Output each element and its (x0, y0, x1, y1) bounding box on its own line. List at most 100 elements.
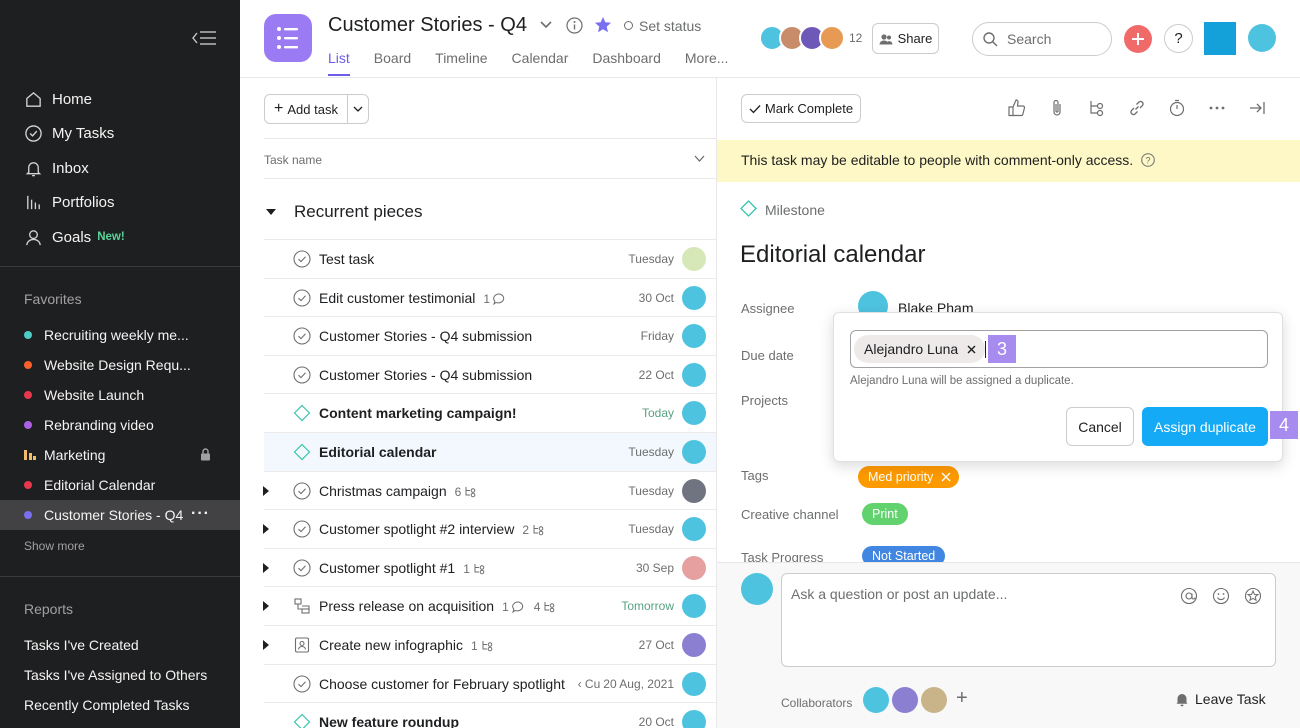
milestone-icon[interactable] (293, 404, 311, 422)
task-name-cell[interactable]: Customer Stories - Q4 submission (319, 367, 532, 383)
assignee-avatar[interactable] (682, 633, 706, 657)
tab-board[interactable]: Board (374, 50, 411, 76)
add-collaborator-icon[interactable]: + (956, 687, 968, 710)
complete-checkbox-icon[interactable] (293, 482, 311, 500)
assignee-avatar[interactable] (682, 555, 706, 580)
sidebar-item-home[interactable]: Home (0, 82, 240, 117)
task-name-cell[interactable]: Content marketing campaign! (319, 405, 517, 421)
table-row[interactable]: Christmas campaign 6 Tuesday (263, 470, 716, 510)
table-row[interactable]: Customer Stories - Q4 submission Friday (264, 316, 716, 355)
expand-subtasks-icon[interactable] (263, 640, 269, 650)
milestone-icon[interactable] (293, 713, 311, 728)
due-date[interactable]: 22 Oct (639, 368, 674, 382)
task-type-label[interactable]: Milestone (765, 202, 825, 218)
assign-duplicate-button[interactable]: Assign duplicate (1142, 407, 1268, 446)
chevron-down-icon[interactable] (539, 20, 553, 30)
chevron-down-icon[interactable] (694, 155, 705, 163)
sidebar-item-goals[interactable]: Goals New! (0, 220, 240, 255)
star-icon[interactable] (594, 16, 612, 34)
assignee-avatar[interactable] (682, 285, 706, 310)
expand-subtasks-icon[interactable] (263, 485, 269, 496)
complete-checkbox-icon[interactable] (293, 327, 311, 345)
collaborators-list[interactable] (863, 687, 947, 713)
task-name-cell[interactable]: Editorial calendar (319, 444, 436, 460)
timer-icon[interactable] (1167, 98, 1187, 118)
task-name-cell[interactable]: New feature roundup (319, 714, 459, 728)
table-row[interactable]: Test task Tuesday (264, 239, 716, 278)
sidebar-item-inbox[interactable]: Inbox (0, 151, 240, 186)
user-avatar[interactable] (1248, 24, 1276, 52)
close-pane-icon[interactable] (1247, 98, 1267, 118)
task-name-cell[interactable]: Customer spotlight #2 interview 2 (319, 521, 545, 537)
sidebar-item-portfolios[interactable]: Portfolios (0, 186, 240, 221)
caret-down-icon[interactable] (266, 209, 276, 215)
set-status-button[interactable]: Set status (639, 18, 701, 34)
expand-subtasks-icon[interactable] (263, 601, 269, 612)
table-row[interactable]: Customer spotlight #2 interview 2 Tuesday (263, 509, 716, 548)
share-button[interactable]: Share (872, 23, 939, 54)
table-row[interactable]: Edit customer testimonial 1 30 Oct (264, 277, 716, 317)
task-name-cell[interactable]: Choose customer for February spotlight (319, 676, 565, 692)
subtask-icon[interactable] (1087, 98, 1107, 118)
assignee-avatar[interactable] (682, 710, 706, 728)
tab-calendar[interactable]: Calendar (512, 50, 569, 76)
due-date[interactable]: Tomorrow (621, 599, 674, 613)
leave-task-button[interactable]: Leave Task (1174, 691, 1266, 707)
appreciation-icon[interactable] (1244, 587, 1262, 605)
table-row[interactable]: Press release on acquisition 1 4 Tomorrow (263, 586, 716, 625)
favorite-editorial-calendar[interactable]: Editorial Calendar (0, 470, 240, 500)
due-date[interactable]: Tuesday (628, 252, 674, 266)
complete-checkbox-icon[interactable] (293, 559, 311, 577)
due-date[interactable]: Tuesday (628, 522, 674, 536)
complete-checkbox-icon[interactable] (293, 366, 311, 384)
assignee-avatar[interactable] (682, 440, 706, 464)
due-date[interactable]: ‹ Cu 20 Aug, 2021 (578, 677, 674, 691)
expand-subtasks-icon[interactable] (263, 562, 269, 573)
collapse-sidebar-icon[interactable] (191, 29, 217, 47)
more-options-icon[interactable] (1207, 98, 1227, 118)
add-task-dropdown[interactable] (348, 95, 368, 123)
help-circle-icon[interactable]: ? (1141, 153, 1155, 167)
complete-checkbox-icon[interactable] (293, 250, 311, 268)
due-date[interactable]: Friday (641, 329, 674, 343)
due-date[interactable]: 30 Sep (636, 561, 674, 575)
assignee-token-input[interactable]: Alejandro Luna (850, 330, 1268, 368)
favorite-recruiting[interactable]: Recruiting weekly me... (0, 320, 240, 350)
table-row[interactable]: Content marketing campaign! Today (264, 393, 716, 432)
cancel-button[interactable]: Cancel (1066, 407, 1134, 446)
due-date[interactable]: Tuesday (628, 484, 674, 498)
section-header[interactable]: Recurrent pieces (264, 200, 423, 224)
favorite-website-design[interactable]: Website Design Requ... (0, 350, 240, 380)
close-icon[interactable] (967, 345, 976, 354)
tab-more[interactable]: More... (685, 50, 729, 76)
assignee-avatar[interactable] (682, 401, 706, 426)
due-date[interactable]: Tuesday (628, 445, 674, 459)
assignee-avatar[interactable] (682, 247, 706, 271)
add-task-button[interactable]: + Add task (265, 95, 348, 123)
assignee-avatar[interactable] (682, 517, 706, 542)
assignee-avatar[interactable] (682, 671, 706, 696)
favorite-website-launch[interactable]: Website Launch (0, 380, 240, 410)
table-row[interactable]: Choose customer for February spotlight ‹ … (264, 663, 716, 703)
task-name-cell[interactable]: Test task (319, 251, 374, 267)
attachment-icon[interactable] (1047, 98, 1067, 118)
expand-subtasks-icon[interactable] (263, 524, 269, 535)
task-name-cell[interactable]: Create new infographic 1 (319, 637, 494, 653)
due-date[interactable]: 20 Oct (639, 715, 674, 728)
report-assigned[interactable]: Tasks I've Assigned to Others (24, 667, 207, 683)
like-icon[interactable] (1007, 98, 1027, 118)
assignee-chip[interactable]: Alejandro Luna (854, 335, 986, 363)
assignee-avatar[interactable] (682, 362, 706, 387)
task-name-column[interactable]: Task name (264, 153, 322, 167)
table-row[interactable]: Create new infographic 1 27 Oct (263, 625, 716, 664)
help-button[interactable]: ? (1164, 24, 1193, 53)
tab-dashboard[interactable]: Dashboard (592, 50, 661, 76)
complete-checkbox-icon[interactable] (293, 675, 311, 693)
quick-add-button[interactable] (1124, 25, 1152, 53)
task-name-cell[interactable]: Christmas campaign 6 (319, 483, 477, 499)
table-row[interactable]: New feature roundup 20 Oct (264, 702, 716, 728)
due-date[interactable]: Today (642, 406, 674, 420)
favorite-customer-stories[interactable]: Customer Stories - Q4 ··· (0, 500, 240, 530)
tab-timeline[interactable]: Timeline (435, 50, 487, 76)
report-created[interactable]: Tasks I've Created (24, 637, 139, 653)
